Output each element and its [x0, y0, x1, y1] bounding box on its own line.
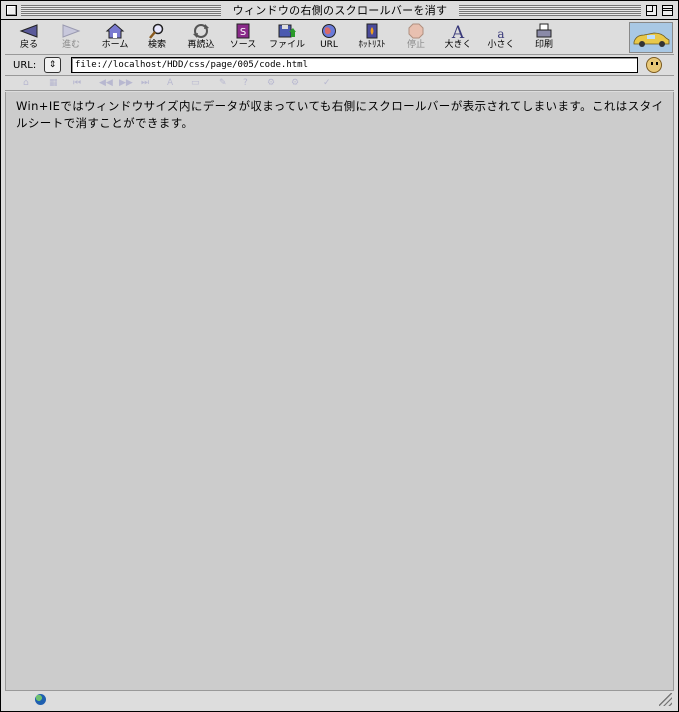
- svg-text:A: A: [451, 23, 465, 39]
- toc-icon: ⌂: [23, 78, 29, 88]
- stop-icon: [408, 23, 424, 39]
- check-icon: ✓: [323, 78, 331, 88]
- pen-icon: ✎: [219, 78, 227, 88]
- home-button[interactable]: ホーム: [93, 23, 137, 53]
- file-save-icon: [278, 24, 296, 38]
- file-label: ファイル: [268, 40, 305, 50]
- prev-page-icon: ◀◀: [99, 78, 113, 88]
- forward-arrow-icon: [62, 24, 81, 38]
- title-stripes-right: [459, 5, 641, 16]
- source-label: ソース: [229, 40, 257, 50]
- first-page-icon: ⏮: [73, 78, 82, 88]
- help-icon: ?: [243, 78, 248, 88]
- url-bar: URL: ⇕: [5, 56, 674, 76]
- font-larger-icon: A: [451, 23, 465, 39]
- grid-icon: ▦: [49, 78, 58, 88]
- home-icon: [105, 23, 125, 39]
- status-globe-icon: [35, 694, 46, 705]
- browser-window: ウィンドウの右側のスクロールバーを消す 戻る 進む ホーム 検索 再読込 S ソ…: [0, 0, 679, 712]
- print-label: 印刷: [534, 40, 553, 50]
- text-icon: A: [167, 78, 174, 88]
- title-stripes-left: [21, 5, 221, 16]
- reload-icon: [193, 24, 209, 38]
- search-button[interactable]: 検索: [135, 23, 179, 53]
- reload-button[interactable]: 再読込: [179, 23, 223, 53]
- file-button[interactable]: ファイル: [265, 23, 309, 53]
- globe-icon: [322, 24, 336, 38]
- back-label: 戻る: [19, 40, 38, 50]
- url-button[interactable]: URL: [307, 23, 351, 53]
- browser-logo: [629, 22, 673, 53]
- url-input[interactable]: [71, 57, 638, 73]
- page-status-face-icon[interactable]: [646, 57, 662, 73]
- resize-grip-icon[interactable]: [659, 693, 672, 706]
- hotlist-label: ﾎｯﾄﾘｽﾄ: [358, 40, 386, 50]
- font-bigger-label: 大きく: [444, 40, 472, 50]
- secondary-toolbar: ⌂ ▦ ⏮ ◀◀ ▶▶ ⏭ A ▭ ✎ ? ⚙ ⚙ ✓: [5, 77, 674, 91]
- window-title: ウィンドウの右側のスクロールバーを消す: [223, 3, 457, 18]
- last-page-icon: ⏭: [141, 78, 150, 88]
- home-label: ホーム: [101, 40, 129, 50]
- status-bar: [5, 690, 674, 708]
- forward-button[interactable]: 進む: [49, 23, 93, 53]
- car-logo-icon: [633, 32, 670, 47]
- url-label-text: URL: [320, 40, 338, 50]
- bookmark-icon: ▭: [191, 78, 200, 88]
- next-page-icon: ▶▶: [119, 78, 133, 88]
- url-history-stepper[interactable]: ⇕: [44, 57, 61, 73]
- body-paragraph: Win+IEではウィンドウサイズ内にデータが収まっていても右側にスクロールバーが…: [16, 99, 664, 130]
- svg-text:S: S: [240, 27, 246, 38]
- settings-icon: ⚙: [291, 78, 300, 88]
- toolbar: 戻る 進む ホーム 検索 再読込 S ソース ファイル URL ﾎｯﾄﾘｽﾄ 停…: [5, 21, 674, 55]
- forward-label: 進む: [61, 40, 80, 50]
- font-bigger-button[interactable]: A 大きく: [436, 23, 480, 53]
- font-smaller-button[interactable]: a 小さく: [479, 23, 523, 53]
- source-icon: S: [236, 23, 250, 39]
- url-field-label: URL:: [13, 60, 37, 71]
- print-button[interactable]: 印刷: [522, 23, 566, 53]
- hotlist-button[interactable]: ﾎｯﾄﾘｽﾄ: [350, 23, 394, 53]
- back-arrow-icon: [19, 24, 38, 38]
- close-box[interactable]: [6, 5, 17, 16]
- font-smaller-label: 小さく: [487, 40, 515, 50]
- search-label: 検索: [147, 40, 166, 50]
- collapse-box[interactable]: [662, 5, 673, 16]
- source-button[interactable]: S ソース: [221, 23, 265, 53]
- page-content: Win+IEではウィンドウサイズ内にデータが収まっていても右側にスクロールバーが…: [5, 92, 674, 690]
- gear-icon: ⚙: [267, 78, 276, 88]
- stop-button[interactable]: 停止: [394, 23, 438, 53]
- back-button[interactable]: 戻る: [7, 23, 51, 53]
- font-smaller-icon: a: [497, 27, 504, 39]
- svg-text:a: a: [497, 27, 504, 39]
- stop-label: 停止: [406, 40, 425, 50]
- magnifier-icon: [149, 23, 164, 39]
- hotlist-icon: [366, 23, 378, 39]
- zoom-box[interactable]: [646, 5, 657, 16]
- printer-icon: [536, 23, 552, 38]
- title-bar[interactable]: ウィンドウの右側のスクロールバーを消す: [1, 1, 678, 20]
- reload-label: 再読込: [187, 40, 215, 50]
